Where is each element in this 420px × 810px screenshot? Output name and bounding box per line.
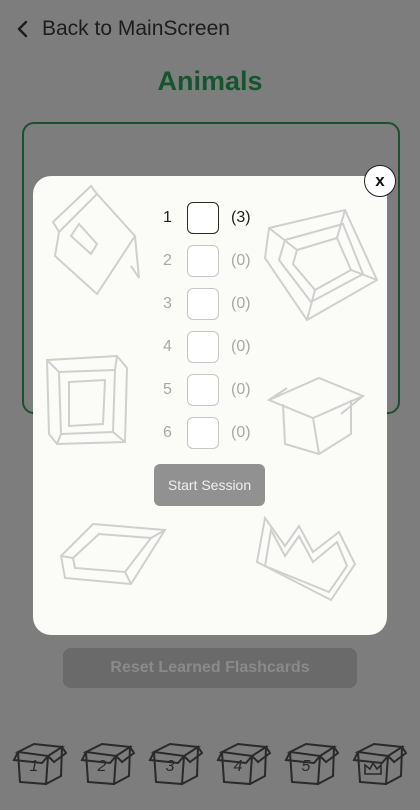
back-label: Back to MainScreen	[42, 17, 230, 40]
bottom-box-3[interactable]: 3	[148, 738, 204, 788]
session-modal: 1 (3) 2 (0) 3 (0) 4 (0) 5 (0) 6 (0) Star…	[33, 176, 387, 635]
box-sketch-icon	[267, 376, 365, 456]
box-row-2: 2 (0)	[163, 239, 251, 282]
box-sketch-icon	[45, 354, 129, 446]
bottom-box-number: 1	[29, 758, 39, 775]
box-checkbox-6	[187, 416, 219, 449]
box-count: (0)	[231, 423, 251, 441]
box-index: 1	[163, 208, 172, 226]
start-session-button[interactable]: Start Session	[154, 464, 265, 506]
box-row-1[interactable]: 1 (3)	[163, 196, 251, 239]
chevron-left-icon	[17, 20, 28, 38]
bottom-box-number: 2	[97, 758, 107, 775]
box-index: 3	[163, 294, 172, 312]
box-checkbox-1[interactable]	[187, 201, 219, 234]
box-index: 5	[163, 380, 172, 398]
box-count: (0)	[231, 294, 251, 312]
bottom-box-number: 4	[233, 758, 243, 775]
box-row-4: 4 (0)	[163, 325, 251, 368]
box-index: 2	[163, 251, 172, 269]
bottom-box-1[interactable]: 1	[12, 738, 68, 788]
box-sketch-icon	[263, 208, 379, 322]
box-count: (3)	[231, 208, 251, 226]
crown-sketch-icon	[255, 516, 357, 602]
close-icon: x	[375, 171, 385, 190]
bottom-box-5[interactable]: 5	[284, 738, 340, 788]
bottom-box-2[interactable]: 2	[80, 738, 136, 788]
close-modal-button[interactable]: x	[364, 165, 396, 197]
box-checkbox-2	[187, 244, 219, 277]
bottom-box-learned[interactable]	[352, 738, 408, 788]
box-sketch-icon	[51, 184, 140, 296]
crown-icon	[364, 761, 382, 775]
box-row-5: 5 (0)	[163, 368, 251, 411]
back-to-main-button[interactable]: Back to MainScreen	[14, 12, 230, 46]
bottom-box-4[interactable]: 4	[216, 738, 272, 788]
box-selection-list: 1 (3) 2 (0) 3 (0) 4 (0) 5 (0) 6 (0)	[163, 196, 251, 454]
box-checkbox-3	[187, 287, 219, 320]
bottom-box-number: 3	[165, 758, 175, 775]
box-index: 6	[163, 423, 172, 441]
box-checkbox-4	[187, 330, 219, 363]
box-row-3: 3 (0)	[163, 282, 251, 325]
box-sketch-icon	[59, 522, 167, 586]
box-icon	[352, 742, 408, 786]
box-count: (0)	[231, 251, 251, 269]
bottom-box-number: 5	[301, 758, 311, 775]
page-title: Animals	[157, 66, 263, 96]
reset-learned-button[interactable]: Reset Learned Flashcards	[63, 648, 357, 688]
box-count: (0)	[231, 380, 251, 398]
box-index: 4	[163, 337, 172, 355]
box-count: (0)	[231, 337, 251, 355]
box-row-6: 6 (0)	[163, 411, 251, 454]
box-navigation-bar: 1 2 3 4 5	[0, 738, 420, 790]
box-checkbox-5	[187, 373, 219, 406]
